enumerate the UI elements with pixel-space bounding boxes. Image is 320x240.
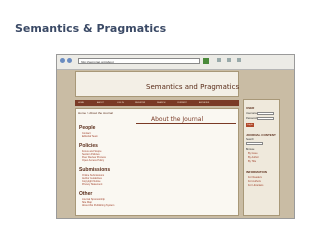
section-heading: Policies [79, 143, 98, 149]
go-button[interactable] [203, 58, 209, 64]
page-heading: About the Journal [151, 116, 204, 123]
toolbar-icon[interactable] [227, 58, 231, 62]
nav-register[interactable]: REGISTER [135, 101, 145, 105]
section-link[interactable]: Open Access Policy [82, 159, 104, 162]
back-button[interactable] [60, 58, 65, 63]
nav-current[interactable]: CURRENT [177, 101, 187, 105]
sidebar-heading: INFORMATION [246, 170, 267, 174]
search-input[interactable] [246, 142, 263, 145]
address-bar[interactable]: http://semprag.org/about [78, 58, 200, 64]
section-link[interactable]: Editorial Team [82, 135, 98, 138]
login-button[interactable]: Log In [246, 123, 254, 127]
nav-login[interactable]: LOG IN [117, 101, 124, 105]
browse-link[interactable]: By Title [248, 160, 256, 163]
nav-search[interactable]: SEARCH [157, 101, 165, 105]
web-page: Semantics and Pragmatics HOME ABOUT LOG … [75, 71, 280, 216]
info-link[interactable]: For Readers [248, 176, 262, 179]
nav-archives[interactable]: ARCHIVES [199, 101, 209, 105]
site-title[interactable]: Semantics and Pragmatics [146, 83, 239, 91]
browser-window: http://semprag.org/about Semantics and P… [56, 54, 295, 219]
username-field[interactable] [257, 112, 274, 115]
site-nav: HOME ABOUT LOG IN REGISTER SEARCH CURREN… [75, 100, 239, 106]
forward-button[interactable] [67, 58, 72, 63]
password-label: Password [246, 117, 257, 120]
nav-about[interactable]: ABOUT [97, 101, 104, 105]
sidebar-heading: USER [246, 106, 255, 110]
toolbar-icon[interactable] [237, 58, 241, 62]
section-link[interactable]: About this Publishing System [82, 204, 114, 207]
browse-link[interactable]: By Author [248, 156, 259, 159]
search-label: Search [246, 138, 254, 141]
site-header: Semantics and Pragmatics [75, 71, 239, 97]
section-heading: People [79, 125, 96, 131]
section-link[interactable]: Privacy Statement [82, 183, 102, 186]
browser-toolbar: http://semprag.org/about [57, 55, 294, 70]
sidebar: USER Username Password Log In JOURNAL CO… [243, 99, 280, 216]
main-content: Home > About the Journal About the Journ… [75, 108, 239, 216]
slide-title: Semantics & Pragmatics [15, 22, 167, 35]
section-heading: Submissions [79, 167, 111, 173]
nav-home[interactable]: HOME [78, 101, 84, 105]
username-label: Username [246, 112, 258, 115]
info-link[interactable]: For Librarians [248, 184, 263, 187]
browse-link[interactable]: By Issue [248, 152, 258, 155]
breadcrumb[interactable]: Home > About the Journal [78, 111, 113, 115]
heading-rule [136, 123, 236, 124]
browse-label: Browse [246, 148, 255, 151]
info-link[interactable]: For Authors [248, 180, 261, 183]
section-heading: Other [79, 191, 93, 197]
toolbar-icon[interactable] [217, 58, 221, 62]
sidebar-heading: JOURNAL CONTENT [246, 133, 276, 137]
password-field[interactable] [257, 117, 274, 120]
